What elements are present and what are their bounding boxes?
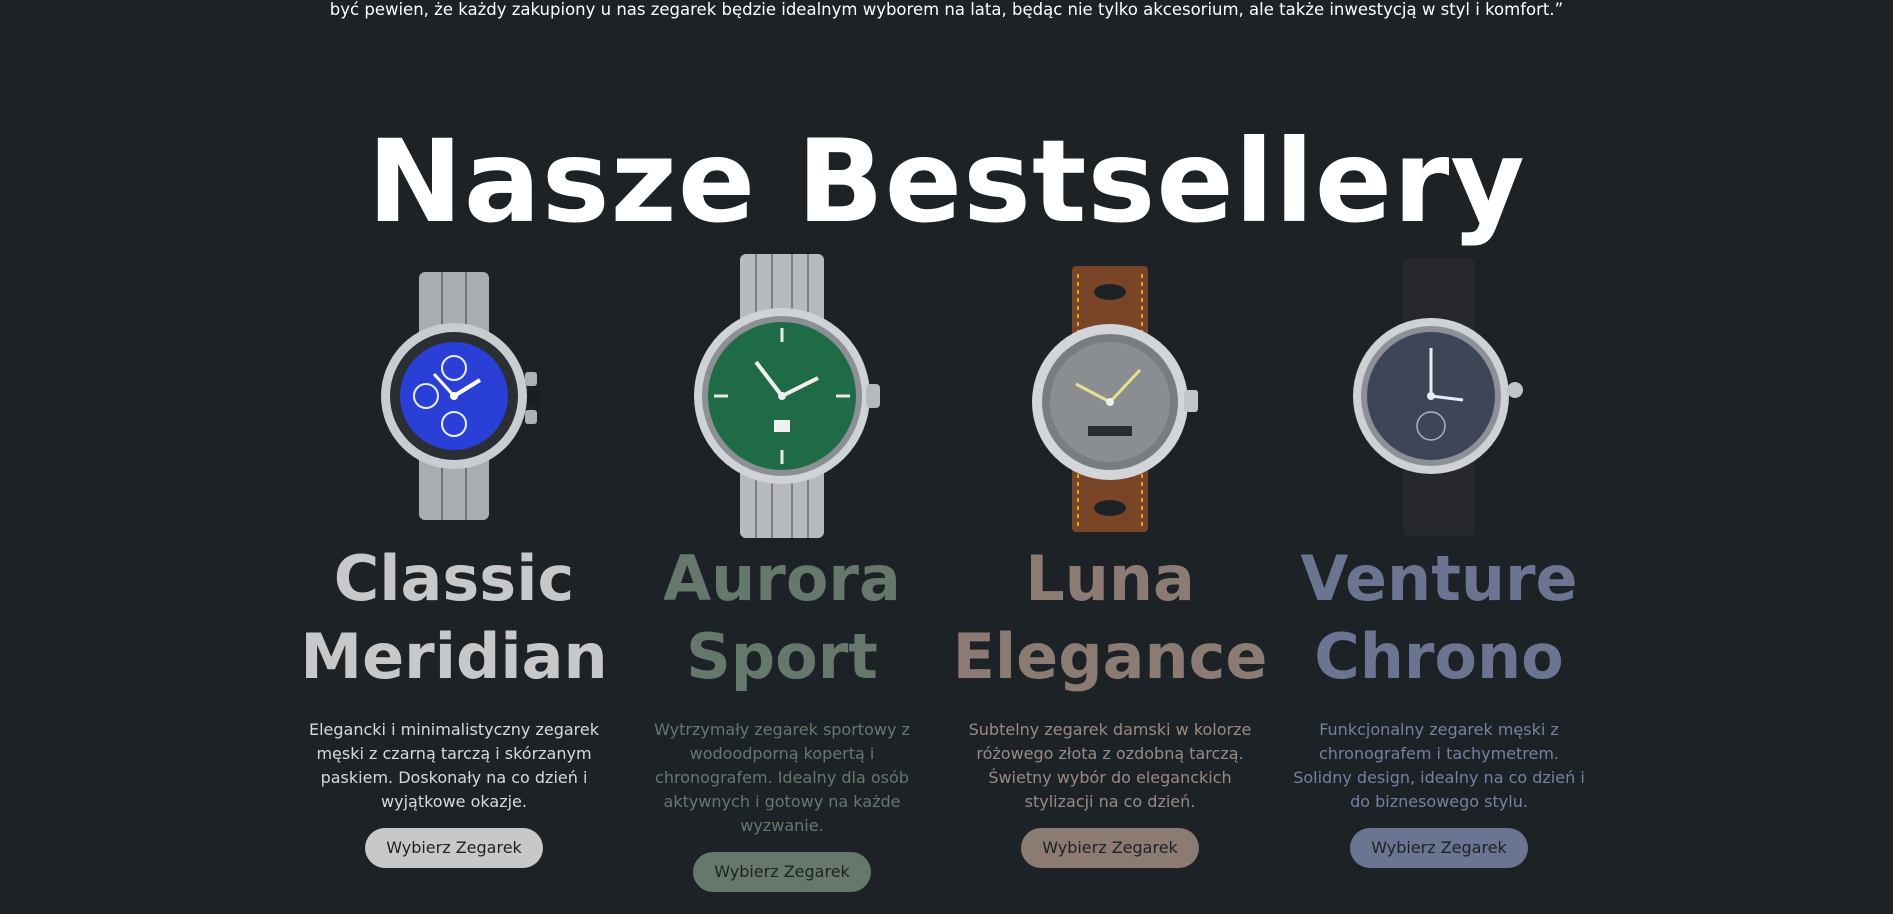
- product-name-line2: Elegance: [952, 620, 1268, 693]
- product-card-classic-meridian: Classic Meridian Elegancki i minimalisty…: [294, 250, 614, 868]
- product-name: Aurora Sport: [622, 540, 942, 696]
- product-name: Classic Meridian: [294, 540, 614, 696]
- product-description: Wytrzymały zegarek sportowy z wodoodporn…: [654, 720, 910, 835]
- watch-brown-leather-grey-dial-icon[interactable]: [950, 250, 1270, 540]
- product-name-line2: Sport: [686, 620, 878, 693]
- choose-watch-button[interactable]: Wybierz Zegarek: [1021, 828, 1199, 868]
- product-name-line2: Chrono: [1314, 620, 1564, 693]
- steel-watch-green-dial-icon[interactable]: [622, 250, 942, 540]
- choose-watch-button[interactable]: Wybierz Zegarek: [365, 828, 543, 868]
- product-name: Venture Chrono: [1279, 540, 1599, 696]
- product-name-line2: Meridian: [300, 620, 608, 693]
- chronograph-watch-blue-dial-icon[interactable]: [294, 250, 614, 540]
- product-name: Luna Elegance: [950, 540, 1270, 696]
- choose-watch-button[interactable]: Wybierz Zegarek: [693, 852, 871, 892]
- product-name-line1: Venture: [1300, 542, 1578, 615]
- watch-black-strap-slate-dial-icon[interactable]: [1279, 250, 1599, 540]
- product-description: Elegancki i minimalistyczny zegarek męsk…: [308, 720, 600, 811]
- product-name-line1: Classic: [333, 542, 575, 615]
- product-card-aurora-sport: Aurora Sport Wytrzymały zegarek sportowy…: [622, 250, 942, 892]
- product-card-venture-chrono: Venture Chrono Funkcjonalny zegarek męsk…: [1279, 250, 1599, 868]
- product-card-luna-elegance: Luna Elegance Subtelny zegarek damski w …: [950, 250, 1270, 868]
- intro-quote: być pewien, że każdy zakupiony u nas zeg…: [329, 0, 1564, 19]
- choose-watch-button[interactable]: Wybierz Zegarek: [1350, 828, 1528, 868]
- product-name-line1: Aurora: [663, 542, 901, 615]
- product-description: Subtelny zegarek damski w kolorze różowe…: [968, 720, 1252, 811]
- section-title: Nasze Bestsellery: [367, 115, 1526, 248]
- product-name-line1: Luna: [1025, 542, 1195, 615]
- product-description: Funkcjonalny zegarek męski z chronografe…: [1293, 720, 1585, 811]
- page: być pewien, że każdy zakupiony u nas zeg…: [0, 0, 1893, 914]
